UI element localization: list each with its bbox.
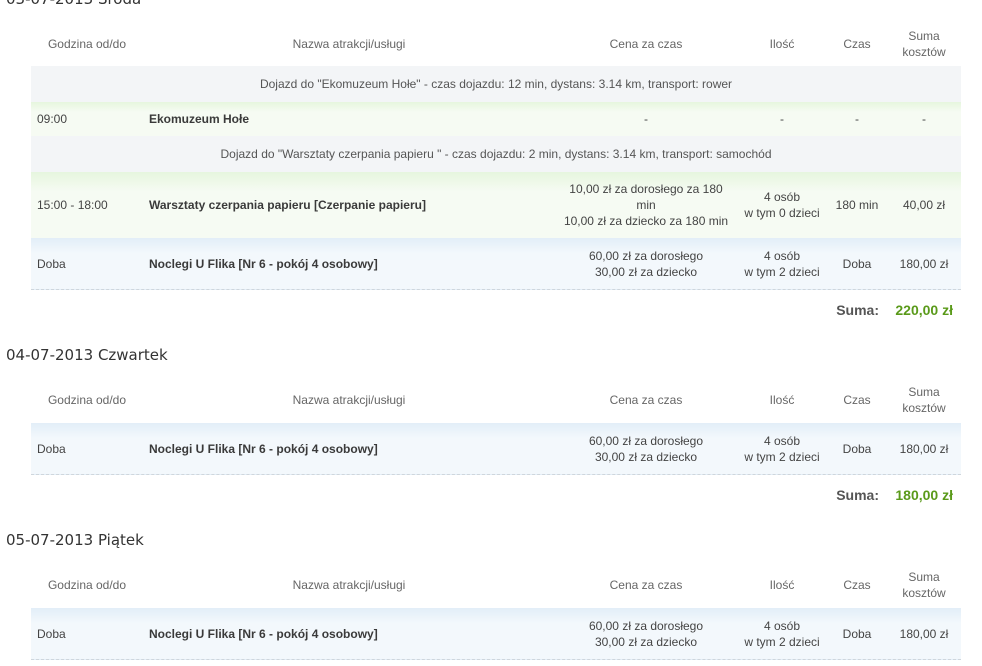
- row-duration: Doba: [842, 441, 872, 456]
- row-time: Doba: [37, 441, 66, 456]
- header-qty: Ilość: [769, 578, 795, 592]
- row-name: Ekomuzeum Hołe: [149, 112, 250, 126]
- header-price: Cena za czas: [609, 393, 683, 407]
- row-duration: Doba: [842, 256, 872, 271]
- day-title: 04-07-2013 Czwartek: [6, 346, 168, 364]
- day-title: 05-07-2013 Piątek: [6, 531, 144, 549]
- transit-text: Dojazd do "Ekomuzeum Hołe" - czas dojazd…: [259, 77, 733, 91]
- day-table: Godzina od/do Nazwa atrakcji/usługi Cena…: [31, 22, 961, 290]
- day-table: Godzina od/do Nazwa atrakcji/usługi Cena…: [31, 562, 961, 660]
- header-sum: Suma kosztów: [902, 29, 946, 59]
- row-sum: -: [922, 112, 926, 126]
- row-name: Noclegi U Flika [Nr 6 - pokój 4 osobowy]: [149, 626, 378, 641]
- total-value: 180,00 zł: [895, 487, 953, 503]
- row-name: Noclegi U Flika [Nr 6 - pokój 4 osobowy]: [149, 256, 378, 271]
- header-name: Nazwa atrakcji/usługi: [292, 37, 406, 51]
- row-time: Doba: [37, 626, 66, 641]
- header-time: Godzina od/do: [47, 578, 127, 592]
- header-name: Nazwa atrakcji/usługi: [292, 393, 406, 407]
- header-qty: Ilość: [769, 37, 795, 51]
- table-row: Doba Noclegi U Flika [Nr 6 - pokój 4 oso…: [31, 423, 961, 475]
- row-name: Noclegi U Flika [Nr 6 - pokój 4 osobowy]: [149, 441, 378, 456]
- header-sum: Suma kosztów: [902, 570, 946, 600]
- day-title: 03-07-2013 Środa: [6, 0, 141, 8]
- table-row: Doba Noclegi U Flika [Nr 6 - pokój 4 oso…: [31, 238, 961, 290]
- table-row: Doba Noclegi U Flika [Nr 6 - pokój 4 oso…: [31, 608, 961, 660]
- row-price: 60,00 zł za dorosłego 30,00 zł za dziecko: [588, 433, 704, 464]
- table-header: Godzina od/do Nazwa atrakcji/usługi Cena…: [31, 562, 961, 608]
- transit-row: Dojazd do "Warsztaty czerpania papieru "…: [31, 136, 961, 172]
- row-qty: -: [780, 112, 784, 126]
- row-qty: 4 osób w tym 2 dzieci: [744, 618, 820, 649]
- table-header: Godzina od/do Nazwa atrakcji/usługi Cena…: [31, 22, 961, 66]
- row-qty: 4 osób w tym 2 dzieci: [744, 248, 820, 279]
- row-qty: 4 osób w tym 0 dzieci: [744, 190, 820, 220]
- row-time: 09:00: [37, 112, 68, 126]
- row-qty: 4 osób w tym 2 dzieci: [744, 433, 820, 464]
- transit-text: Dojazd do "Warsztaty czerpania papieru "…: [220, 147, 772, 161]
- header-time: Godzina od/do: [47, 37, 127, 51]
- row-time: Doba: [37, 256, 66, 271]
- row-time: 15:00 - 18:00: [37, 198, 108, 212]
- row-duration: -: [855, 112, 859, 126]
- row-name: Warsztaty czerpania papieru [Czerpanie p…: [149, 198, 426, 212]
- day-total: Suma: 220,00 zł: [31, 302, 961, 322]
- header-sum: Suma kosztów: [902, 385, 946, 415]
- row-sum: 180,00 zł: [899, 626, 949, 641]
- row-price: 60,00 zł za dorosłego 30,00 zł za dziecko: [588, 248, 704, 279]
- row-sum: 180,00 zł: [899, 256, 949, 271]
- day-total: Suma: 180,00 zł: [31, 487, 961, 507]
- row-price: 60,00 zł za dorosłego 30,00 zł za dziecko: [588, 618, 704, 649]
- row-sum: 180,00 zł: [899, 441, 949, 456]
- header-qty: Ilość: [769, 393, 795, 407]
- header-price: Cena za czas: [609, 578, 683, 592]
- header-price: Cena za czas: [609, 37, 683, 51]
- total-label: Suma:: [836, 487, 879, 503]
- day-table: Godzina od/do Nazwa atrakcji/usługi Cena…: [31, 377, 961, 475]
- row-duration: Doba: [842, 626, 872, 641]
- row-duration: 180 min: [835, 198, 879, 212]
- header-duration: Czas: [843, 393, 871, 407]
- header-duration: Czas: [843, 578, 871, 592]
- row-sum: 40,00 zł: [902, 198, 946, 212]
- table-row: 09:00 Ekomuzeum Hołe - - - -: [31, 102, 961, 136]
- table-header: Godzina od/do Nazwa atrakcji/usługi Cena…: [31, 377, 961, 423]
- row-price: 10,00 zł za dorosłego za 180 min 10,00 zł …: [563, 182, 729, 228]
- row-price: -: [644, 112, 648, 126]
- table-row: 15:00 - 18:00 Warsztaty czerpania papier…: [31, 172, 961, 238]
- total-value: 220,00 zł: [895, 302, 953, 318]
- header-duration: Czas: [843, 37, 871, 51]
- header-time: Godzina od/do: [47, 393, 127, 407]
- total-label: Suma:: [836, 302, 879, 318]
- transit-row: Dojazd do "Ekomuzeum Hołe" - czas dojazd…: [31, 66, 961, 102]
- header-name: Nazwa atrakcji/usługi: [292, 578, 406, 592]
